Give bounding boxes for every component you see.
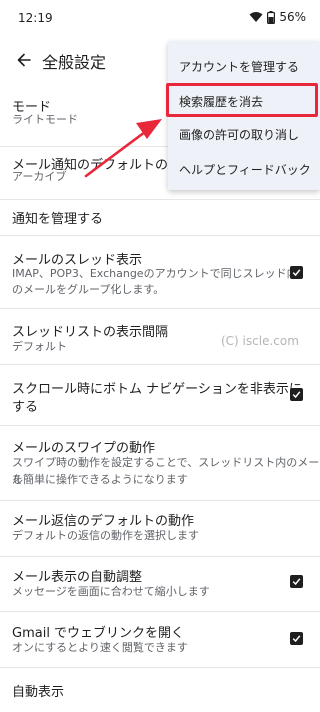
back-button[interactable] [8,44,40,76]
setting-subtitle-line: を簡単に操作できるようになります [12,473,188,486]
checkmark-icon [292,391,301,399]
setting-subtitle: メッセージを画面に合わせて縮小します [12,585,210,598]
checkmark-icon [292,635,301,643]
setting-subtitle: オンにするとより速く閲覧できます [12,641,188,654]
setting-default-reply-action[interactable]: メール返信のデフォルトの動作 デフォルトの返信の動作を選択します [0,501,320,556]
setting-title-line: スクロール時にボトム ナビゲーションを非表示に [12,382,302,397]
auto-fit-checkbox[interactable] [290,575,303,588]
checkmark-icon [292,269,301,277]
setting-subtitle: デフォルト [12,340,67,353]
setting-subtitle-line: IMAP、POP3、Exchangeのアカウントで同じスレッド内 [12,267,298,280]
page-title: 全般設定 [42,53,107,72]
checkmark-icon [292,578,301,586]
setting-manage-notifications[interactable]: 通知を管理する [0,200,320,235]
menu-item-revoke-image-approvals[interactable]: 画像の許可の取り消し [179,126,299,143]
status-time: 12:19 [18,11,53,25]
setting-conversation-view[interactable]: メールのスレッド表示 IMAP、POP3、Exchangeのアカウントで同じスレ… [0,236,320,308]
setting-auto-advance[interactable]: 自動表示 [0,668,320,712]
setting-open-web-links[interactable]: Gmail でウェブリンクを開く オンにするとより速く閲覧できます [0,612,320,667]
setting-hide-bottom-nav[interactable]: スクロール時にボトム ナビゲーションを非表示に する [0,365,320,425]
setting-subtitle-line: のメールをグループ化します。 [12,283,165,296]
setting-swipe-actions[interactable]: メールのスワイプの動作 スワイプ時の動作を設定することで、スレッドリスト内のメー… [0,426,320,500]
setting-title: 通知を管理する [12,212,104,227]
back-arrow-icon [17,53,31,67]
menu-item-help-feedback[interactable]: ヘルプとフィードバック [179,161,311,178]
menu-item-manage-accounts[interactable]: アカウントを管理する [179,58,299,75]
open-web-links-checkbox[interactable] [290,632,303,645]
conversation-view-checkbox[interactable] [290,266,303,279]
wifi-icon [249,12,263,22]
status-icons: 56% [249,10,306,24]
battery-icon [267,10,276,24]
setting-subtitle: アーカイブ [12,170,67,183]
setting-subtitle: デフォルトの返信の動作を選択します [12,529,199,542]
setting-title-line: する [12,400,39,415]
status-bar: 12:19 56% [0,0,320,36]
setting-title: 自動表示 [12,685,65,700]
hide-bottom-nav-checkbox[interactable] [290,388,303,401]
highlight-box [166,83,318,117]
setting-subtitle: ライトモード [12,113,78,126]
battery-percent: 56% [279,10,306,24]
setting-auto-fit-messages[interactable]: メール表示の自動調整 メッセージを画面に合わせて縮小します [0,557,320,611]
watermark: (C) iscle.com [221,334,299,348]
